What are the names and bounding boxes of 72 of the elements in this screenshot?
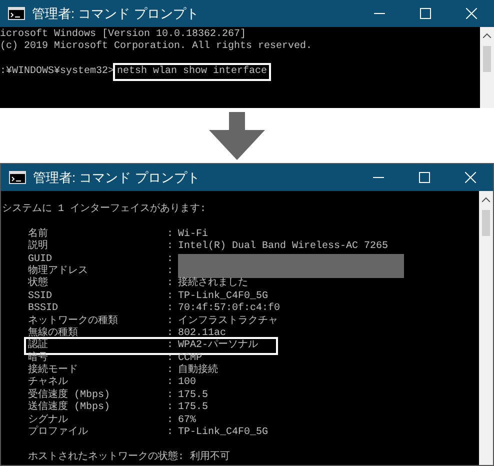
field-value: 802.11ac xyxy=(178,328,226,340)
field-value: 接続されました xyxy=(178,278,248,290)
console-text: icrosoft Windows [Version 10.0.18362.267] xyxy=(0,29,246,40)
field-value: 175.5 xyxy=(178,402,208,415)
field-separator: : xyxy=(167,377,174,388)
field-separator: : xyxy=(167,365,174,376)
field-label: 送信速度 (Mbps) xyxy=(28,402,112,414)
console-text: (c) 2019 Microsoft Corporation. All rights reserved. xyxy=(0,41,312,52)
field-label: チャネル xyxy=(28,377,69,388)
console-text: ホストされたネットワークの状態: 利用不可 xyxy=(28,452,230,463)
field-separator: : xyxy=(167,390,174,401)
field-label: 受信速度 (Mbps) xyxy=(28,390,112,401)
scrollbar[interactable] xyxy=(480,27,494,108)
field-separator: : xyxy=(167,352,174,364)
field-value: 70:4f:57:0f:c4:f0 xyxy=(178,303,280,316)
field-separator: : xyxy=(167,228,174,240)
field-separator: : xyxy=(167,414,174,426)
scroll-up-icon xyxy=(483,33,491,38)
field-label: 状態 xyxy=(28,278,49,291)
field-value: Wi-Fi xyxy=(178,228,208,240)
field-separator: : xyxy=(167,427,174,438)
field-separator: : xyxy=(167,328,174,339)
console-icon xyxy=(9,171,26,184)
scrollbar[interactable] xyxy=(479,191,493,465)
field-separator: : xyxy=(167,254,174,265)
field-label: 物理アドレス xyxy=(28,266,89,277)
minimize-icon xyxy=(372,177,384,178)
field-value: Intel(R) Dual Band Wireless-AC 7265 xyxy=(178,241,388,254)
field-separator: : xyxy=(167,340,174,352)
scroll-up-icon xyxy=(482,197,490,202)
field-value: 100 xyxy=(178,377,196,390)
minimize-icon xyxy=(374,13,384,14)
field-label: ネットワークの種類 xyxy=(28,316,119,327)
field-value: TP-Link_C4F0_5G xyxy=(178,290,268,302)
field-value: WPA2-パーソナル xyxy=(178,340,258,353)
field-value: インフラストラクチャ xyxy=(178,316,278,328)
field-value: 67% xyxy=(178,414,196,426)
field-label: 暗号 xyxy=(28,352,49,364)
field-separator: : xyxy=(167,316,174,327)
field-separator: : xyxy=(167,278,174,290)
console-text: システムに 1 インターフェイスがあります: xyxy=(2,204,206,215)
field-label: GUID xyxy=(28,254,54,265)
field-separator: : xyxy=(167,290,174,302)
field-label: 名前 xyxy=(28,228,49,240)
window-title: 管理者: コマンド プロンプト xyxy=(33,168,200,187)
field-value: CCMP xyxy=(178,352,202,364)
field-label: 認証 xyxy=(28,340,49,352)
close-icon xyxy=(466,8,476,19)
field-label: 接続モード xyxy=(28,365,79,376)
console-icon xyxy=(8,7,25,20)
field-value: 自動接続 xyxy=(178,365,218,377)
field-label: 無線の種類 xyxy=(28,328,79,339)
close-icon xyxy=(464,172,476,183)
field-separator: : xyxy=(167,266,174,277)
window-title: 管理者: コマンド プロンプト xyxy=(32,4,199,23)
field-label: 説明 xyxy=(28,241,49,254)
field-label: シグナル xyxy=(28,414,69,426)
maximize-icon xyxy=(418,172,430,183)
down-arrow-icon xyxy=(209,112,265,160)
field-separator: : xyxy=(167,241,174,252)
prompt-path: :¥WINDOWS¥system32> xyxy=(0,66,114,79)
console-command: netsh wlan show interface xyxy=(115,65,270,80)
field-separator: : xyxy=(167,303,174,314)
field-value: 175.5 xyxy=(178,390,208,402)
maximize-icon xyxy=(420,8,430,19)
scroll-thumb[interactable] xyxy=(482,210,490,236)
scroll-thumb[interactable] xyxy=(483,46,491,72)
field-label: プロファイル xyxy=(28,427,89,440)
field-label: BSSID xyxy=(28,303,60,316)
field-value: TP-Link_C4F0_5G xyxy=(178,427,268,440)
field-label: SSID xyxy=(28,290,54,303)
field-separator: : xyxy=(167,402,174,414)
